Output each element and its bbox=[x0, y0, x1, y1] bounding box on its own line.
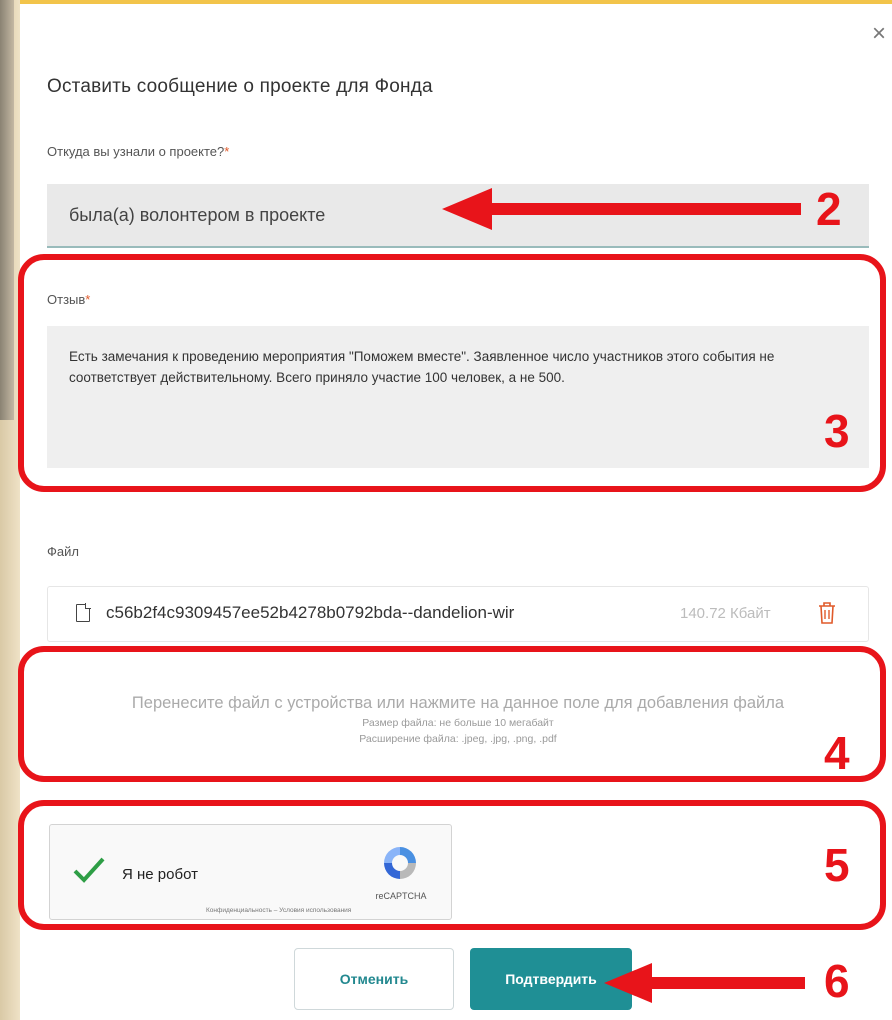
file-icon bbox=[76, 603, 91, 622]
required-mark: * bbox=[224, 144, 230, 159]
annotation-number-3: 3 bbox=[824, 405, 850, 457]
modal-title: Оставить сообщение о проекте для Фонда bbox=[47, 76, 433, 97]
source-select-value: была(а) волонтером в проекте bbox=[69, 205, 326, 225]
annotation-number-5: 5 bbox=[824, 839, 850, 891]
source-field-label: Откуда вы узнали о проекте?* bbox=[47, 144, 229, 159]
annotation-number-6: 6 bbox=[824, 955, 850, 1007]
close-icon[interactable]: × bbox=[872, 22, 886, 46]
attached-file-row: c56b2f4c9309457ee52b4278b0792bda--dandel… bbox=[47, 586, 869, 642]
cancel-button[interactable]: Отменить bbox=[294, 948, 454, 1010]
annotation-arrow-2 bbox=[442, 188, 801, 230]
background-shadow bbox=[0, 0, 14, 420]
file-label: Файл bbox=[47, 544, 79, 559]
annotation-arrow-6 bbox=[604, 963, 805, 1003]
trash-icon[interactable] bbox=[818, 601, 836, 625]
source-label-text: Откуда вы узнали о проекте? bbox=[47, 144, 225, 159]
annotation-box-5 bbox=[18, 800, 886, 930]
file-size: 140.72 Кбайт bbox=[680, 605, 771, 622]
annotation-box-3 bbox=[18, 254, 886, 492]
annotation-number-4: 4 bbox=[824, 727, 850, 779]
annotation-number-2: 2 bbox=[816, 183, 842, 235]
background-strip bbox=[0, 0, 20, 1020]
annotation-box-4 bbox=[18, 646, 886, 782]
file-name: c56b2f4c9309457ee52b4278b0792bda--dandel… bbox=[106, 603, 515, 622]
